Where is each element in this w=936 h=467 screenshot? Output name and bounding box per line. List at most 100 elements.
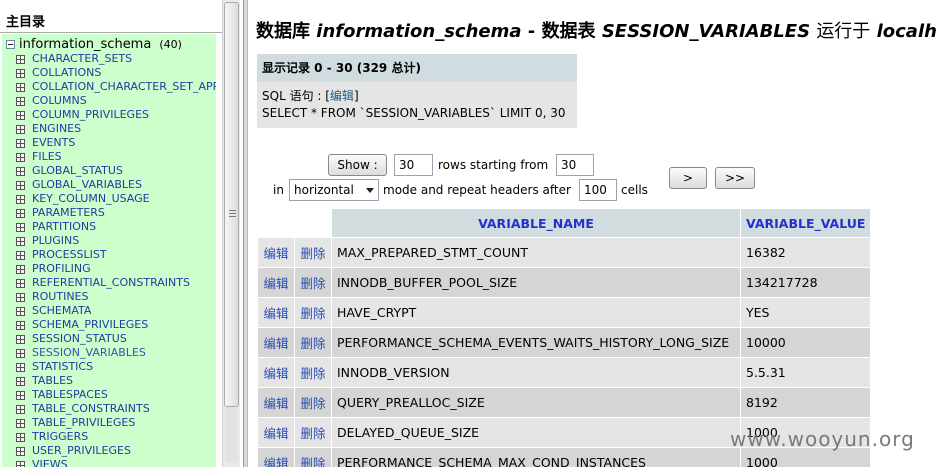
edit-row-link[interactable]: 编辑 (258, 238, 294, 267)
home-title[interactable]: 主目录 (6, 11, 45, 30)
delete-row-link[interactable]: 删除 (295, 328, 331, 357)
sidebar-table-item[interactable]: KEY_COLUMN_USAGE (16, 192, 216, 206)
sidebar-table-item[interactable]: SESSION_STATUS (16, 332, 216, 346)
delete-row-link[interactable]: 删除 (295, 358, 331, 387)
table-icon[interactable] (16, 68, 25, 78)
sidebar-table-item[interactable]: COLUMNS (16, 94, 216, 108)
table-icon[interactable] (16, 446, 25, 456)
sidebar-table-item[interactable]: COLUMN_PRIVILEGES (16, 108, 216, 122)
table-icon[interactable] (16, 390, 25, 400)
table-icon[interactable] (16, 138, 25, 148)
delete-row-link[interactable]: 删除 (295, 388, 331, 417)
sidebar-table-link[interactable]: TRIGGERS (32, 430, 88, 444)
mode-select[interactable]: horizontal (289, 179, 379, 201)
sidebar-table-link[interactable]: PROFILING (32, 262, 91, 276)
sidebar-table-link[interactable]: SESSION_VARIABLES (32, 346, 146, 360)
sidebar-table-item[interactable]: PLUGINS (16, 234, 216, 248)
table-icon[interactable] (16, 152, 25, 162)
last-page-button[interactable]: >> (715, 167, 755, 189)
sidebar-table-link[interactable]: TABLESPACES (32, 388, 108, 402)
sidebar-table-link[interactable]: ENGINES (32, 122, 81, 136)
sidebar-table-link[interactable]: TABLE_PRIVILEGES (32, 416, 135, 430)
sidebar-table-item[interactable]: STATISTICS (16, 360, 216, 374)
edit-row-link[interactable]: 编辑 (258, 418, 294, 447)
sidebar-table-item[interactable]: COLLATION_CHARACTER_SET_APPLICABILITY (16, 80, 216, 94)
table-icon[interactable] (16, 194, 25, 204)
sidebar-table-link[interactable]: PROCESSLIST (32, 248, 107, 262)
sidebar-table-link[interactable]: COLUMNS (32, 94, 87, 108)
sidebar-table-item[interactable]: SCHEMA_PRIVILEGES (16, 318, 216, 332)
database-node[interactable]: information_schema (40) (6, 36, 182, 52)
table-icon[interactable] (16, 54, 25, 64)
scrollbar-thumb[interactable] (224, 2, 239, 407)
table-icon[interactable] (16, 278, 25, 288)
sidebar-table-item[interactable]: PROCESSLIST (16, 248, 216, 262)
sidebar-table-item[interactable]: VIEWS (16, 458, 216, 467)
sidebar-table-link[interactable]: COLLATION_CHARACTER_SET_APPLICABILITY (32, 80, 216, 94)
table-icon[interactable] (16, 82, 25, 92)
sidebar-table-link[interactable]: TABLE_CONSTRAINTS (32, 402, 150, 416)
table-icon[interactable] (16, 236, 25, 246)
repeat-input[interactable]: 100 (579, 179, 617, 201)
sidebar-table-item[interactable]: ROUTINES (16, 290, 216, 304)
sidebar-table-item[interactable]: PARTITIONS (16, 220, 216, 234)
sidebar-table-link[interactable]: CHARACTER_SETS (32, 52, 132, 66)
sidebar-table-item[interactable]: PROFILING (16, 262, 216, 276)
sidebar-table-link[interactable]: ROUTINES (32, 290, 88, 304)
sidebar-table-link[interactable]: FILES (32, 150, 62, 164)
sidebar-table-link[interactable]: REFERENTIAL_CONSTRAINTS (32, 276, 190, 290)
delete-row-link[interactable]: 删除 (295, 418, 331, 447)
column-header-variable-name[interactable]: VARIABLE_NAME (332, 209, 740, 237)
table-icon[interactable] (16, 180, 25, 190)
table-icon[interactable] (16, 264, 25, 274)
edit-row-link[interactable]: 编辑 (258, 388, 294, 417)
sidebar-table-link[interactable]: PARTITIONS (32, 220, 96, 234)
edit-row-link[interactable]: 编辑 (258, 298, 294, 327)
sidebar-table-item[interactable]: REFERENTIAL_CONSTRAINTS (16, 276, 216, 290)
delete-row-link[interactable]: 删除 (295, 448, 331, 467)
sidebar-table-item[interactable]: TABLE_CONSTRAINTS (16, 402, 216, 416)
sidebar-table-link[interactable]: STATISTICS (32, 360, 93, 374)
table-icon[interactable] (16, 460, 25, 467)
sidebar-table-link[interactable]: PLUGINS (32, 234, 79, 248)
delete-row-link[interactable]: 删除 (295, 298, 331, 327)
start-input[interactable]: 30 (556, 154, 594, 176)
sidebar-table-item[interactable]: TABLE_PRIVILEGES (16, 416, 216, 430)
table-icon[interactable] (16, 96, 25, 106)
sidebar-table-link[interactable]: EVENTS (32, 136, 75, 150)
table-icon[interactable] (16, 418, 25, 428)
table-icon[interactable] (16, 166, 25, 176)
delete-row-link[interactable]: 删除 (295, 238, 331, 267)
sidebar-table-link[interactable]: COLUMN_PRIVILEGES (32, 108, 149, 122)
table-icon[interactable] (16, 404, 25, 414)
table-icon[interactable] (16, 334, 25, 344)
sidebar-table-link[interactable]: SCHEMATA (32, 304, 91, 318)
edit-row-link[interactable]: 编辑 (258, 358, 294, 387)
sidebar-table-item[interactable]: SESSION_VARIABLES (16, 346, 216, 360)
sidebar-table-link[interactable]: GLOBAL_STATUS (32, 164, 123, 178)
sidebar-table-item[interactable]: PARAMETERS (16, 206, 216, 220)
edit-sql-link[interactable]: 编辑 (330, 89, 354, 103)
table-icon[interactable] (16, 432, 25, 442)
sidebar-table-link[interactable]: COLLATIONS (32, 66, 101, 80)
sidebar-table-link[interactable]: SESSION_STATUS (32, 332, 127, 346)
collapse-icon[interactable] (6, 39, 15, 49)
sidebar-table-item[interactable]: CHARACTER_SETS (16, 52, 216, 66)
sidebar-table-item[interactable]: TABLESPACES (16, 388, 216, 402)
sidebar-table-link[interactable]: TABLES (32, 374, 73, 388)
rows-input[interactable]: 30 (394, 154, 433, 176)
edit-row-link[interactable]: 编辑 (258, 328, 294, 357)
sidebar-table-item[interactable]: COLLATIONS (16, 66, 216, 80)
table-icon[interactable] (16, 222, 25, 232)
table-icon[interactable] (16, 250, 25, 260)
sidebar-table-item[interactable]: ENGINES (16, 122, 216, 136)
sidebar-table-item[interactable]: SCHEMATA (16, 304, 216, 318)
sidebar-table-link[interactable]: GLOBAL_VARIABLES (32, 178, 142, 192)
sidebar-table-item[interactable]: GLOBAL_VARIABLES (16, 178, 216, 192)
edit-row-link[interactable]: 编辑 (258, 448, 294, 467)
sidebar-table-link[interactable]: USER_PRIVILEGES (32, 444, 131, 458)
sidebar-table-link[interactable]: VIEWS (32, 458, 68, 467)
left-scrollbar[interactable] (222, 0, 240, 467)
sidebar-table-item[interactable]: EVENTS (16, 136, 216, 150)
table-icon[interactable] (16, 320, 25, 330)
